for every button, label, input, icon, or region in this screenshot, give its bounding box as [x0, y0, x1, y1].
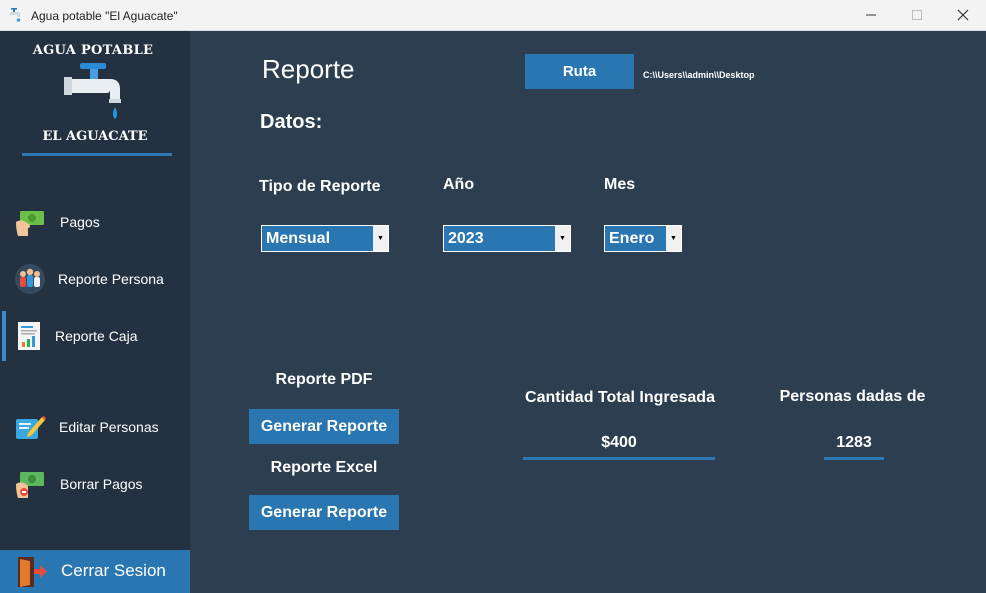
window-title: Agua potable "El Aguacate" [31, 9, 178, 23]
logo-title-top: AGUA POTABLE [32, 43, 154, 58]
mes-select[interactable]: Enero ▼ [604, 225, 682, 252]
generar-pdf-button[interactable]: Generar Reporte [249, 409, 399, 444]
mes-value: Enero [609, 230, 655, 247]
personas-underline [824, 457, 884, 460]
report-chart-icon [18, 322, 40, 350]
tipo-reporte-label: Tipo de Reporte [259, 178, 381, 195]
sidebar-item-reporte-persona[interactable]: Reporte Persona [0, 257, 190, 301]
logo-divider [22, 153, 172, 156]
sidebar-item-label: Reporte Persona [58, 271, 164, 287]
sidebar-item-label: Editar Personas [59, 419, 159, 435]
close-button[interactable] [940, 0, 986, 30]
dropdown-arrow-icon[interactable]: ▼ [555, 226, 570, 251]
cantidad-total-label: Cantidad Total Ingresada [525, 389, 715, 406]
faucet-logo-icon [64, 63, 121, 119]
money-delete-icon [16, 472, 44, 498]
maximize-button[interactable] [894, 0, 940, 30]
route-path-text: C:\\Users\\admin\\Desktop [643, 70, 755, 80]
mes-label: Mes [604, 176, 636, 193]
tipo-reporte-select[interactable]: Mensual ▼ [261, 225, 389, 252]
cantidad-total-value: $400 [601, 434, 637, 451]
sidebar-item-pagos[interactable]: Pagos [0, 200, 190, 244]
dropdown-arrow-icon[interactable]: ▼ [373, 226, 388, 251]
logout-label: Cerrar Sesion [61, 561, 166, 580]
tipo-reporte-value: Mensual [266, 230, 331, 247]
sidebar-item-label: Reporte Caja [55, 328, 138, 344]
people-icon [15, 264, 45, 294]
reporte-excel-label: Reporte Excel [270, 459, 378, 476]
money-hand-icon [16, 211, 44, 236]
sidebar-item-reporte-caja[interactable]: Reporte Caja [0, 314, 190, 358]
anio-label: Año [443, 176, 475, 193]
datos-heading: Datos: [260, 111, 323, 133]
title-bar: Agua potable "El Aguacate" [0, 0, 986, 31]
faucet-icon [10, 8, 21, 22]
reporte-pdf-label: Reporte PDF [275, 371, 373, 388]
logo-title-bottom: EL AGUACATE [42, 129, 148, 144]
minimize-button[interactable] [848, 0, 894, 30]
sidebar-item-editar-personas[interactable]: Editar Personas [0, 405, 190, 449]
edit-pencil-icon [16, 416, 46, 439]
route-button[interactable]: Ruta [525, 54, 634, 89]
anio-select[interactable]: 2023 ▼ [443, 225, 571, 252]
minimize-icon [866, 14, 876, 16]
page-title: Reporte [262, 54, 355, 84]
anio-value: 2023 [448, 230, 484, 247]
sidebar-item-label: Pagos [60, 214, 100, 230]
sidebar-item-borrar-pagos[interactable]: Borrar Pagos [0, 462, 190, 506]
sidebar: AGUA POTABLE EL AGUACATE Pagos Reporte P… [0, 31, 190, 593]
personas-label: Personas dadas de [779, 388, 926, 405]
close-icon [957, 9, 969, 21]
dropdown-arrow-icon[interactable]: ▼ [666, 226, 681, 251]
sidebar-item-label: Borrar Pagos [60, 476, 143, 492]
personas-value: 1283 [836, 434, 872, 451]
maximize-icon [912, 10, 922, 20]
logout-door-icon [18, 557, 47, 587]
logout-button[interactable]: Cerrar Sesion [0, 550, 190, 593]
cantidad-total-underline [523, 457, 715, 460]
generar-excel-button[interactable]: Generar Reporte [249, 495, 399, 530]
